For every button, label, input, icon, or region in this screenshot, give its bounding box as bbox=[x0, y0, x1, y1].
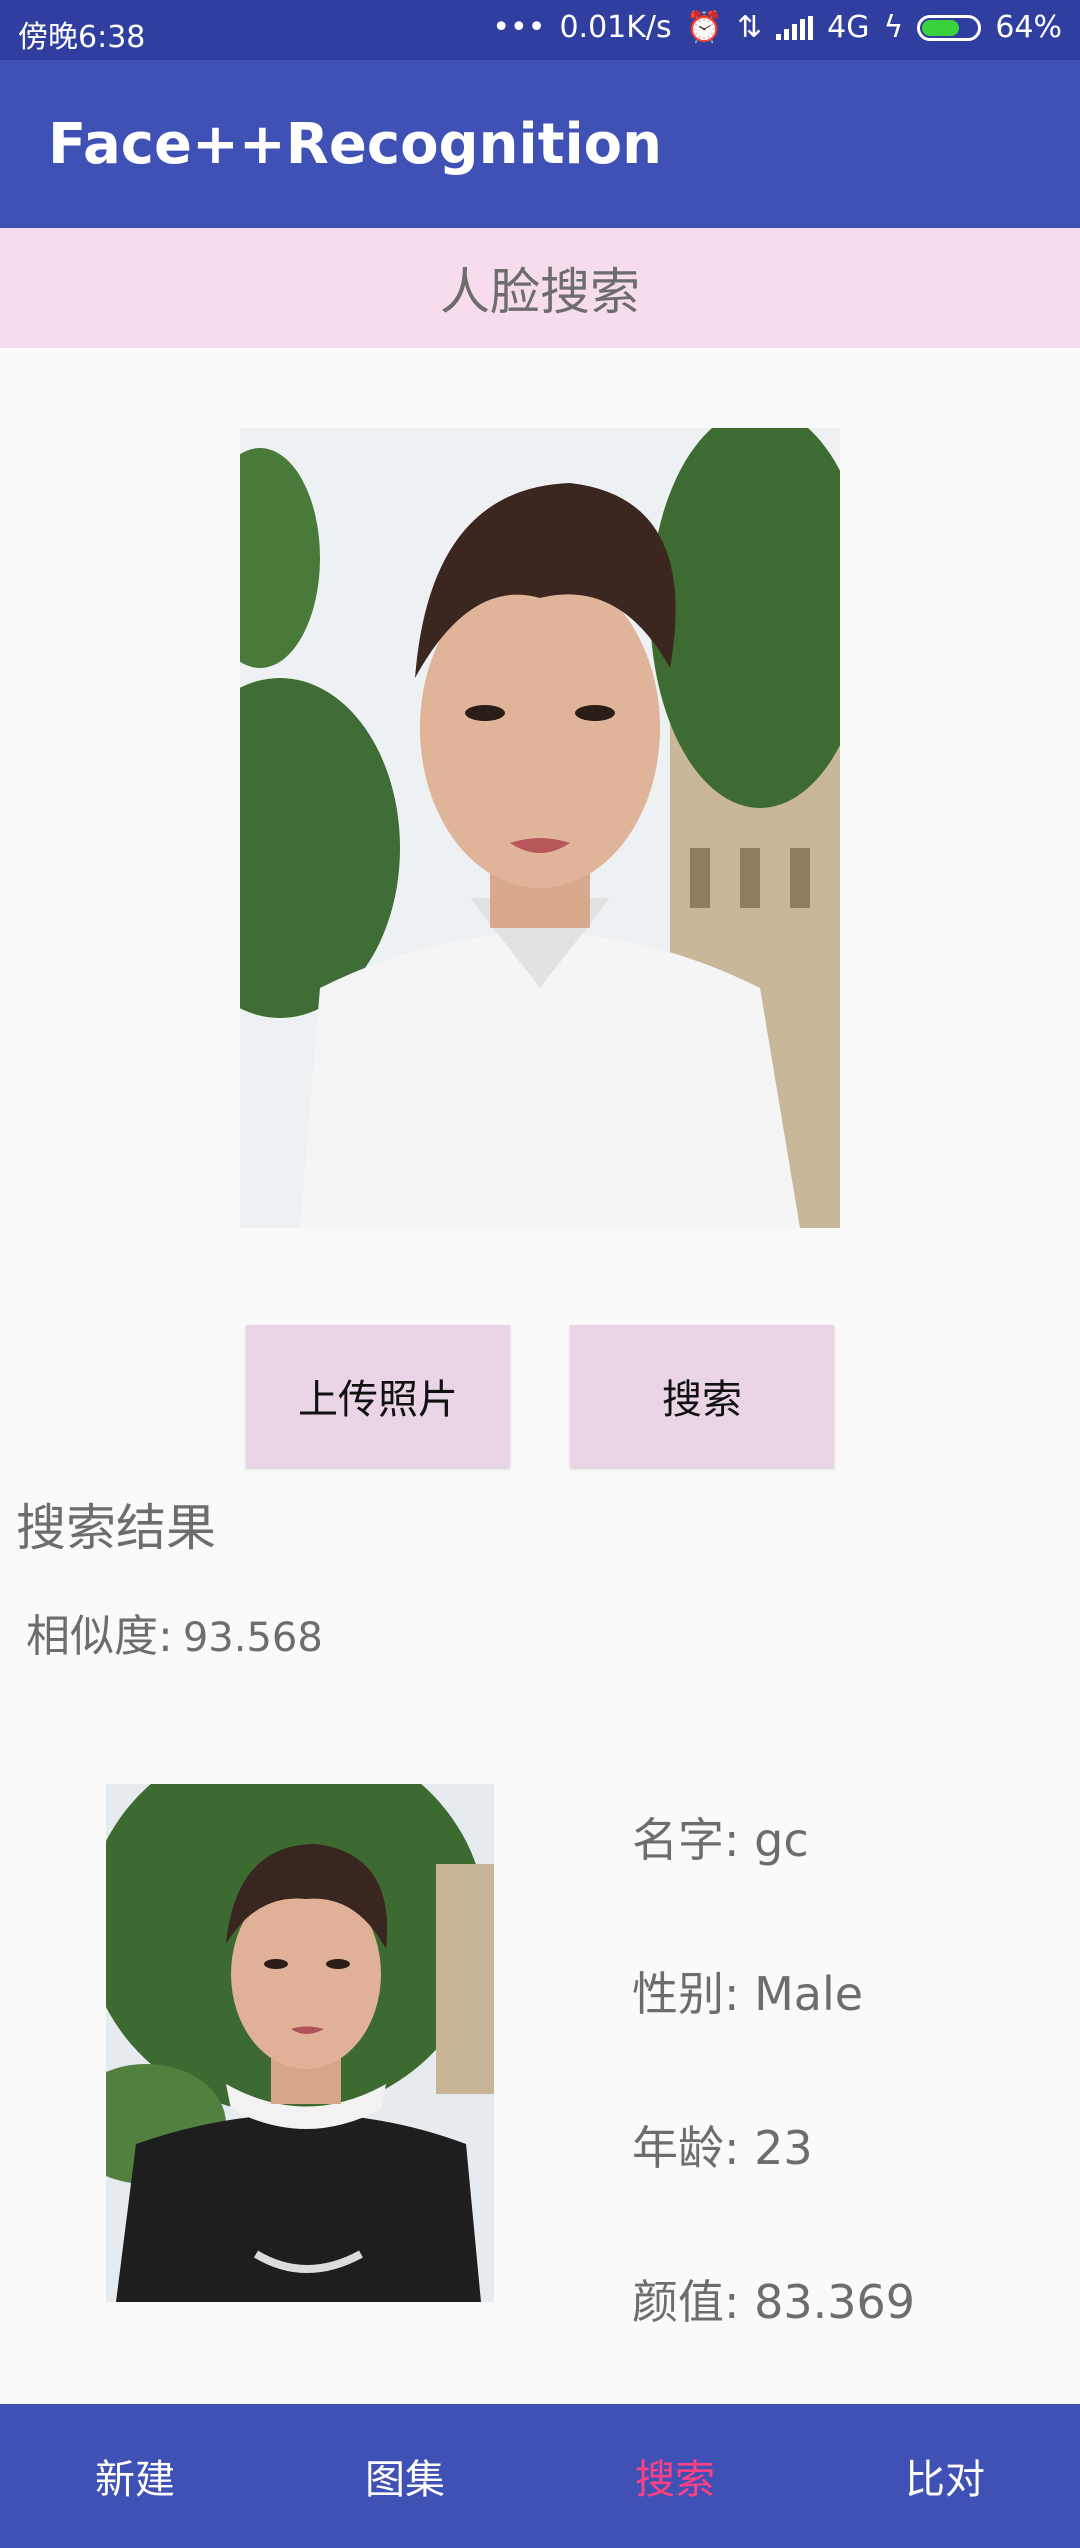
section-header: 人脸搜索 bbox=[0, 228, 1080, 348]
result-name: 名字: gc bbox=[632, 1813, 809, 1867]
search-button[interactable]: 搜索 bbox=[570, 1325, 834, 1467]
nav-item-new[interactable]: 新建 bbox=[0, 2404, 270, 2548]
search-button-label: 搜索 bbox=[662, 1377, 742, 1423]
upload-photo-label: 上传照片 bbox=[298, 1377, 458, 1423]
status-time: 傍晚6:38 bbox=[18, 20, 146, 55]
result-age: 年龄: 23 bbox=[632, 2121, 813, 2175]
network-speed: 0.01K/s bbox=[559, 10, 672, 45]
results-title: 搜索结果 bbox=[16, 1499, 216, 1557]
query-photo[interactable] bbox=[240, 428, 840, 1228]
similarity-label: 相似度: bbox=[26, 1611, 173, 1662]
nav-item-gallery[interactable]: 图集 bbox=[270, 2404, 540, 2548]
nav-item-search-label: 搜索 bbox=[635, 2457, 715, 2503]
similarity-row: 相似度: 93.568 bbox=[26, 1600, 323, 1664]
nav-item-new-label: 新建 bbox=[95, 2457, 175, 2503]
nav-item-compare-label: 比对 bbox=[905, 2457, 985, 2503]
battery-percent: 64% bbox=[995, 10, 1062, 45]
app-title: Face++Recognition bbox=[48, 112, 663, 177]
nav-item-search[interactable]: 搜索 bbox=[540, 2404, 810, 2548]
status-right: ••• 0.01K/s ⏰ ⇅ 4G ϟ 64% bbox=[492, 10, 1062, 45]
bottom-navigation: 新建 图集 搜索 比对 bbox=[0, 2404, 1080, 2548]
signal-icon bbox=[776, 15, 814, 40]
app-bar: Face++Recognition bbox=[0, 60, 1080, 228]
result-gender: 性别: Male bbox=[632, 1967, 864, 2021]
notification-dots: ••• bbox=[492, 10, 546, 45]
network-type: 4G bbox=[827, 10, 870, 45]
nav-item-compare[interactable]: 比对 bbox=[810, 2404, 1080, 2548]
result-photo bbox=[106, 1784, 494, 2302]
data-transfer-icon: ⇅ bbox=[737, 10, 763, 45]
battery-icon bbox=[917, 14, 982, 41]
section-title: 人脸搜索 bbox=[440, 263, 640, 321]
status-bar: 傍晚6:38 ••• 0.01K/s ⏰ ⇅ 4G ϟ 64% bbox=[0, 0, 1080, 60]
alarm-icon: ⏰ bbox=[685, 10, 724, 45]
charging-icon: ϟ bbox=[883, 10, 904, 45]
upload-photo-button[interactable]: 上传照片 bbox=[246, 1325, 510, 1467]
nav-item-gallery-label: 图集 bbox=[365, 2457, 445, 2503]
result-score: 颜值: 83.369 bbox=[632, 2275, 916, 2329]
query-photo-image bbox=[240, 428, 840, 1228]
similarity-value: 93.568 bbox=[182, 1615, 323, 1661]
result-photo-image bbox=[106, 1784, 494, 2302]
